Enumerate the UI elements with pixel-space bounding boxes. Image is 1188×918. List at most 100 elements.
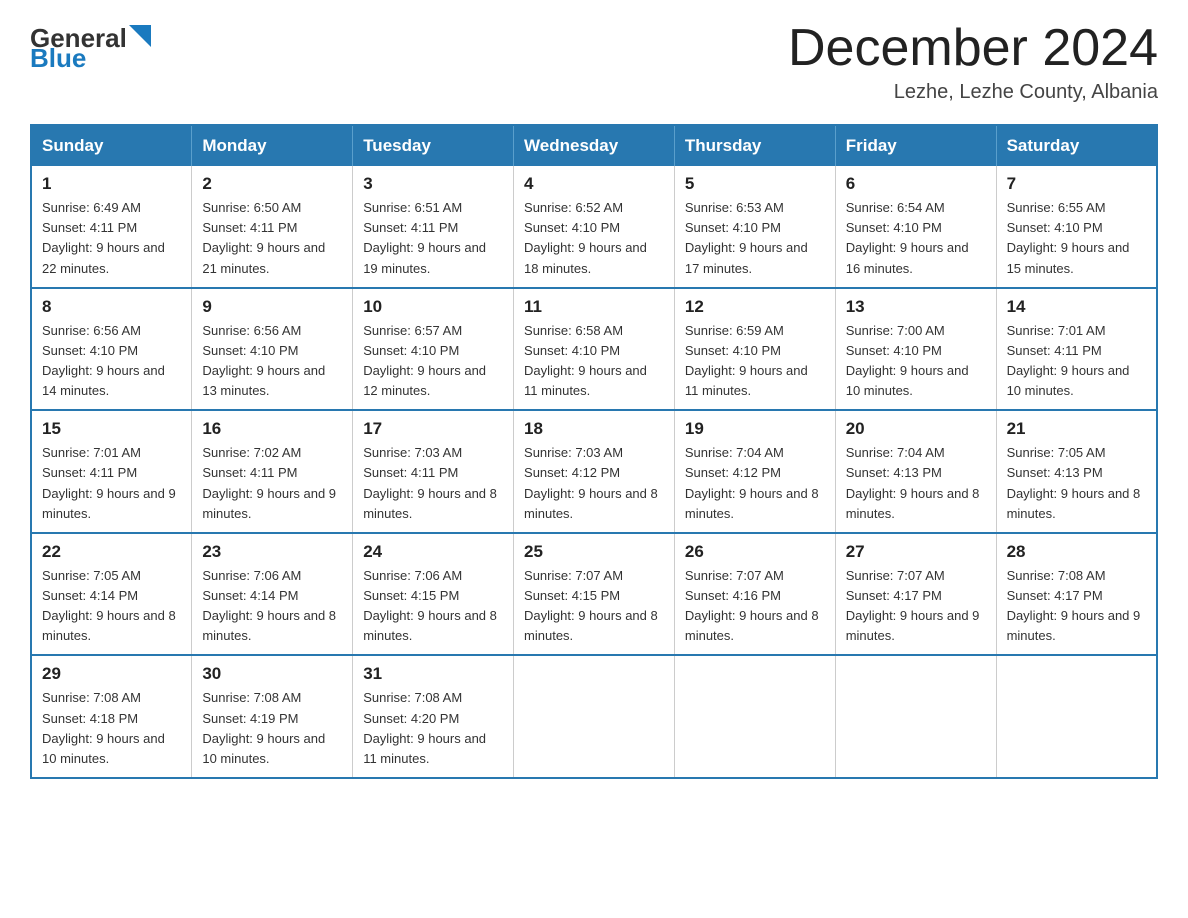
- logo: General Blue: [30, 25, 151, 71]
- calendar-cell: 9 Sunrise: 6:56 AMSunset: 4:10 PMDaylight…: [192, 288, 353, 411]
- day-info: Sunrise: 6:59 AMSunset: 4:10 PMDaylight:…: [685, 321, 825, 402]
- day-number: 2: [202, 174, 342, 194]
- month-title: December 2024: [788, 20, 1158, 77]
- calendar-cell: 7 Sunrise: 6:55 AMSunset: 4:10 PMDaylight…: [996, 166, 1157, 288]
- calendar-header-wednesday: Wednesday: [514, 125, 675, 166]
- calendar-cell: 31 Sunrise: 7:08 AMSunset: 4:20 PMDayligh…: [353, 655, 514, 778]
- calendar-cell: 12 Sunrise: 6:59 AMSunset: 4:10 PMDayligh…: [674, 288, 835, 411]
- day-number: 18: [524, 419, 664, 439]
- calendar-cell: 3 Sunrise: 6:51 AMSunset: 4:11 PMDaylight…: [353, 166, 514, 288]
- day-info: Sunrise: 7:01 AMSunset: 4:11 PMDaylight:…: [42, 443, 181, 524]
- calendar-cell: 23 Sunrise: 7:06 AMSunset: 4:14 PMDayligh…: [192, 533, 353, 656]
- day-info: Sunrise: 7:06 AMSunset: 4:14 PMDaylight:…: [202, 566, 342, 647]
- day-info: Sunrise: 6:57 AMSunset: 4:10 PMDaylight:…: [363, 321, 503, 402]
- day-number: 28: [1007, 542, 1146, 562]
- day-info: Sunrise: 7:06 AMSunset: 4:15 PMDaylight:…: [363, 566, 503, 647]
- day-number: 11: [524, 297, 664, 317]
- day-number: 24: [363, 542, 503, 562]
- calendar-cell: 18 Sunrise: 7:03 AMSunset: 4:12 PMDayligh…: [514, 410, 675, 533]
- day-info: Sunrise: 6:55 AMSunset: 4:10 PMDaylight:…: [1007, 198, 1146, 279]
- day-info: Sunrise: 7:08 AMSunset: 4:20 PMDaylight:…: [363, 688, 503, 769]
- calendar-header-row: SundayMondayTuesdayWednesdayThursdayFrid…: [31, 125, 1157, 166]
- calendar-cell: 8 Sunrise: 6:56 AMSunset: 4:10 PMDaylight…: [31, 288, 192, 411]
- day-number: 12: [685, 297, 825, 317]
- calendar-header-thursday: Thursday: [674, 125, 835, 166]
- day-number: 3: [363, 174, 503, 194]
- day-info: Sunrise: 7:03 AMSunset: 4:11 PMDaylight:…: [363, 443, 503, 524]
- day-number: 10: [363, 297, 503, 317]
- day-info: Sunrise: 6:56 AMSunset: 4:10 PMDaylight:…: [202, 321, 342, 402]
- day-number: 27: [846, 542, 986, 562]
- day-number: 16: [202, 419, 342, 439]
- calendar-cell: 10 Sunrise: 6:57 AMSunset: 4:10 PMDayligh…: [353, 288, 514, 411]
- day-number: 20: [846, 419, 986, 439]
- day-number: 6: [846, 174, 986, 194]
- day-info: Sunrise: 6:51 AMSunset: 4:11 PMDaylight:…: [363, 198, 503, 279]
- calendar-header-friday: Friday: [835, 125, 996, 166]
- location-text: Lezhe, Lezhe County, Albania: [788, 81, 1158, 104]
- day-info: Sunrise: 7:03 AMSunset: 4:12 PMDaylight:…: [524, 443, 664, 524]
- calendar-cell: 30 Sunrise: 7:08 AMSunset: 4:19 PMDayligh…: [192, 655, 353, 778]
- day-info: Sunrise: 6:49 AMSunset: 4:11 PMDaylight:…: [42, 198, 181, 279]
- day-number: 26: [685, 542, 825, 562]
- calendar-cell: 11 Sunrise: 6:58 AMSunset: 4:10 PMDayligh…: [514, 288, 675, 411]
- day-info: Sunrise: 7:08 AMSunset: 4:19 PMDaylight:…: [202, 688, 342, 769]
- day-number: 5: [685, 174, 825, 194]
- calendar-cell: 29Sunrise: 7:08 AMSunset: 4:18 PMDayligh…: [31, 655, 192, 778]
- calendar-cell: 14 Sunrise: 7:01 AMSunset: 4:11 PMDayligh…: [996, 288, 1157, 411]
- day-number: 23: [202, 542, 342, 562]
- day-number: 13: [846, 297, 986, 317]
- calendar-cell: [835, 655, 996, 778]
- calendar-header-saturday: Saturday: [996, 125, 1157, 166]
- calendar-cell: 26 Sunrise: 7:07 AMSunset: 4:16 PMDayligh…: [674, 533, 835, 656]
- day-number: 9: [202, 297, 342, 317]
- calendar-cell: 13 Sunrise: 7:00 AMSunset: 4:10 PMDayligh…: [835, 288, 996, 411]
- day-info: Sunrise: 7:05 AMSunset: 4:13 PMDaylight:…: [1007, 443, 1146, 524]
- calendar-cell: 28Sunrise: 7:08 AMSunset: 4:17 PMDayligh…: [996, 533, 1157, 656]
- day-number: 1: [42, 174, 181, 194]
- page-header: General Blue December 2024 Lezhe, Lezhe …: [30, 20, 1158, 104]
- day-info: Sunrise: 6:53 AMSunset: 4:10 PMDaylight:…: [685, 198, 825, 279]
- calendar-cell: 27 Sunrise: 7:07 AMSunset: 4:17 PMDayligh…: [835, 533, 996, 656]
- logo-triangle-icon: [129, 25, 151, 47]
- day-info: Sunrise: 6:56 AMSunset: 4:10 PMDaylight:…: [42, 321, 181, 402]
- day-info: Sunrise: 7:01 AMSunset: 4:11 PMDaylight:…: [1007, 321, 1146, 402]
- day-info: Sunrise: 6:58 AMSunset: 4:10 PMDaylight:…: [524, 321, 664, 402]
- day-info: Sunrise: 7:02 AMSunset: 4:11 PMDaylight:…: [202, 443, 342, 524]
- day-info: Sunrise: 6:54 AMSunset: 4:10 PMDaylight:…: [846, 198, 986, 279]
- day-info: Sunrise: 7:00 AMSunset: 4:10 PMDaylight:…: [846, 321, 986, 402]
- calendar-cell: [514, 655, 675, 778]
- day-number: 4: [524, 174, 664, 194]
- day-number: 21: [1007, 419, 1146, 439]
- calendar-cell: [996, 655, 1157, 778]
- calendar-header-monday: Monday: [192, 125, 353, 166]
- calendar-cell: 5 Sunrise: 6:53 AMSunset: 4:10 PMDaylight…: [674, 166, 835, 288]
- calendar-cell: 24 Sunrise: 7:06 AMSunset: 4:15 PMDayligh…: [353, 533, 514, 656]
- title-block: December 2024 Lezhe, Lezhe County, Alban…: [788, 20, 1158, 104]
- calendar-week-row: 22 Sunrise: 7:05 AMSunset: 4:14 PMDayligh…: [31, 533, 1157, 656]
- day-number: 22: [42, 542, 181, 562]
- calendar-header-tuesday: Tuesday: [353, 125, 514, 166]
- day-info: Sunrise: 7:08 AMSunset: 4:18 PMDaylight:…: [42, 688, 181, 769]
- calendar-week-row: 15Sunrise: 7:01 AMSunset: 4:11 PMDayligh…: [31, 410, 1157, 533]
- calendar-cell: [674, 655, 835, 778]
- calendar-cell: 2Sunrise: 6:50 AMSunset: 4:11 PMDaylight…: [192, 166, 353, 288]
- day-number: 30: [202, 664, 342, 684]
- day-info: Sunrise: 7:04 AMSunset: 4:12 PMDaylight:…: [685, 443, 825, 524]
- day-info: Sunrise: 7:07 AMSunset: 4:16 PMDaylight:…: [685, 566, 825, 647]
- calendar-cell: 15Sunrise: 7:01 AMSunset: 4:11 PMDayligh…: [31, 410, 192, 533]
- calendar-week-row: 8 Sunrise: 6:56 AMSunset: 4:10 PMDaylight…: [31, 288, 1157, 411]
- calendar-cell: 6 Sunrise: 6:54 AMSunset: 4:10 PMDaylight…: [835, 166, 996, 288]
- day-info: Sunrise: 7:07 AMSunset: 4:15 PMDaylight:…: [524, 566, 664, 647]
- day-number: 14: [1007, 297, 1146, 317]
- calendar-header-sunday: Sunday: [31, 125, 192, 166]
- day-number: 31: [363, 664, 503, 684]
- day-number: 8: [42, 297, 181, 317]
- calendar-cell: 22 Sunrise: 7:05 AMSunset: 4:14 PMDayligh…: [31, 533, 192, 656]
- day-info: Sunrise: 6:52 AMSunset: 4:10 PMDaylight:…: [524, 198, 664, 279]
- day-info: Sunrise: 7:07 AMSunset: 4:17 PMDaylight:…: [846, 566, 986, 647]
- day-number: 7: [1007, 174, 1146, 194]
- logo-blue-text: Blue: [30, 45, 86, 71]
- day-info: Sunrise: 7:05 AMSunset: 4:14 PMDaylight:…: [42, 566, 181, 647]
- calendar-cell: 16 Sunrise: 7:02 AMSunset: 4:11 PMDayligh…: [192, 410, 353, 533]
